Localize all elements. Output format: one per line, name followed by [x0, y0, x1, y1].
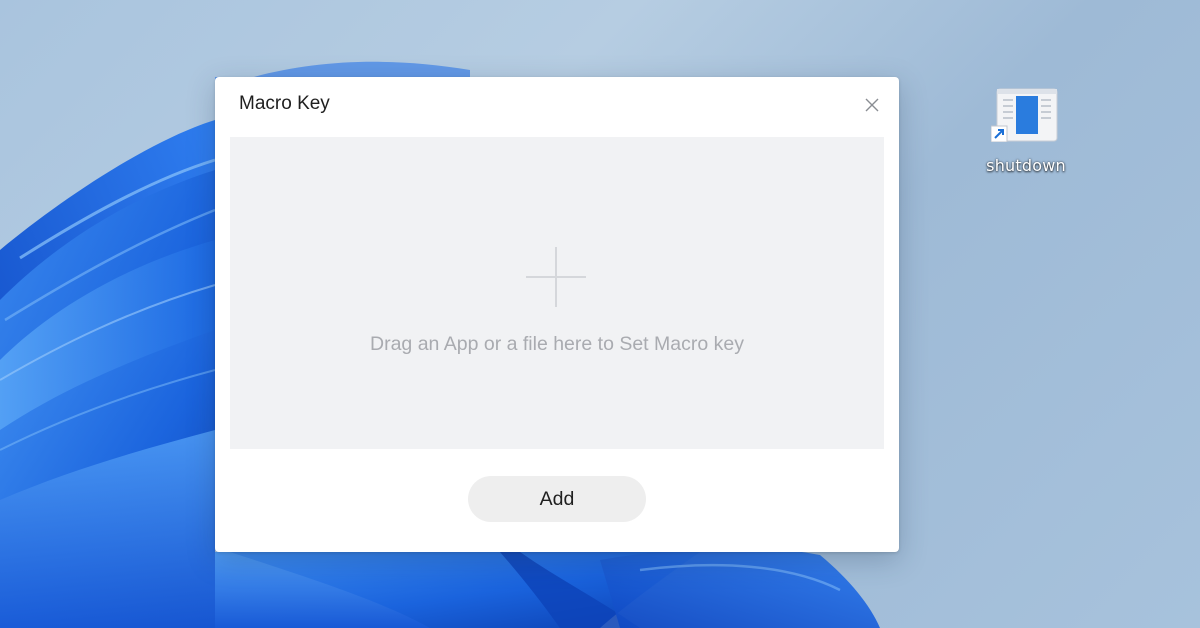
desktop-icon-shutdown[interactable]: shutdown [980, 88, 1072, 175]
add-button[interactable]: Add [468, 476, 646, 522]
drop-hint-text: Drag an App or a file here to Set Macro … [370, 333, 744, 355]
dialog-title: Macro Key [239, 93, 330, 114]
close-icon [865, 98, 879, 112]
plus-icon [526, 247, 586, 307]
desktop: shutdown Macro Key Drag an App or a file… [0, 0, 1200, 628]
shortcut-icon [991, 88, 1058, 142]
desktop-icon-label: shutdown [986, 156, 1066, 175]
close-button[interactable] [861, 94, 883, 116]
macro-key-dialog: Macro Key Drag an App or a file here to … [215, 77, 899, 552]
drop-zone[interactable]: Drag an App or a file here to Set Macro … [230, 137, 884, 449]
